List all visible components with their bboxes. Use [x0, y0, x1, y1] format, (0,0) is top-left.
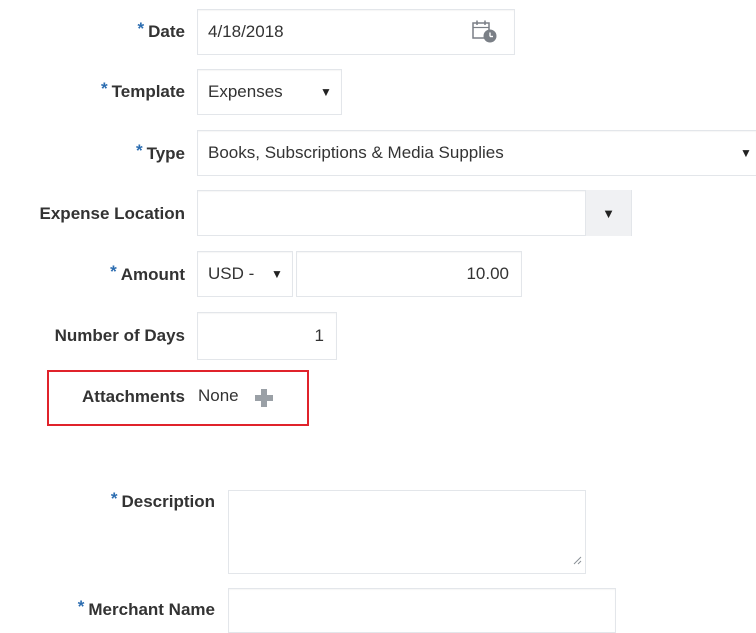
- merchant-name-label: * Merchant Name: [77, 597, 215, 619]
- number-of-days-input[interactable]: 1: [197, 312, 337, 360]
- description-textarea[interactable]: [228, 490, 586, 574]
- description-label: * Description: [110, 489, 215, 511]
- attachments-label: Attachments: [82, 387, 185, 406]
- required-asterisk: *: [110, 489, 118, 508]
- plus-icon[interactable]: [253, 387, 275, 414]
- calendar-icon[interactable]: [471, 19, 499, 50]
- template-label: * Template: [101, 79, 185, 101]
- caret-down-icon: ▼: [740, 146, 752, 160]
- required-asterisk: *: [135, 141, 143, 160]
- currency-value: USD -: [208, 264, 255, 283]
- required-asterisk: *: [77, 597, 85, 616]
- number-of-days-value: 1: [314, 326, 324, 345]
- merchant-name-input[interactable]: [228, 588, 616, 633]
- date-field[interactable]: 4/18/2018: [197, 9, 515, 55]
- caret-down-icon: ▼: [271, 267, 283, 281]
- caret-down-icon: ▼: [320, 85, 332, 99]
- amount-value: 10.00: [466, 264, 509, 283]
- amount-label: * Amount: [110, 262, 185, 284]
- type-label: * Type: [135, 141, 185, 163]
- expense-form: * Date 4/18/2018 * Template Expenses ▼ * Ty…: [0, 0, 756, 633]
- expense-location-input[interactable]: [197, 190, 632, 236]
- date-value: 4/18/2018: [208, 22, 284, 41]
- amount-input[interactable]: 10.00: [296, 251, 522, 297]
- expense-location-dropdown-button[interactable]: ▼: [585, 190, 631, 236]
- attachments-value: None: [198, 386, 239, 405]
- expense-location-label: Expense Location: [39, 204, 185, 223]
- resize-grip-icon[interactable]: [572, 552, 582, 570]
- template-value: Expenses: [208, 82, 283, 101]
- type-select[interactable]: Books, Subscriptions & Media Supplies: [197, 130, 756, 176]
- required-asterisk: *: [110, 262, 117, 281]
- required-asterisk: *: [101, 79, 108, 98]
- required-asterisk: *: [137, 19, 145, 38]
- type-value: Books, Subscriptions & Media Supplies: [208, 143, 504, 162]
- number-of-days-label: Number of Days: [54, 326, 185, 345]
- caret-down-icon: ▼: [602, 205, 615, 221]
- date-label: * Date: [137, 19, 185, 41]
